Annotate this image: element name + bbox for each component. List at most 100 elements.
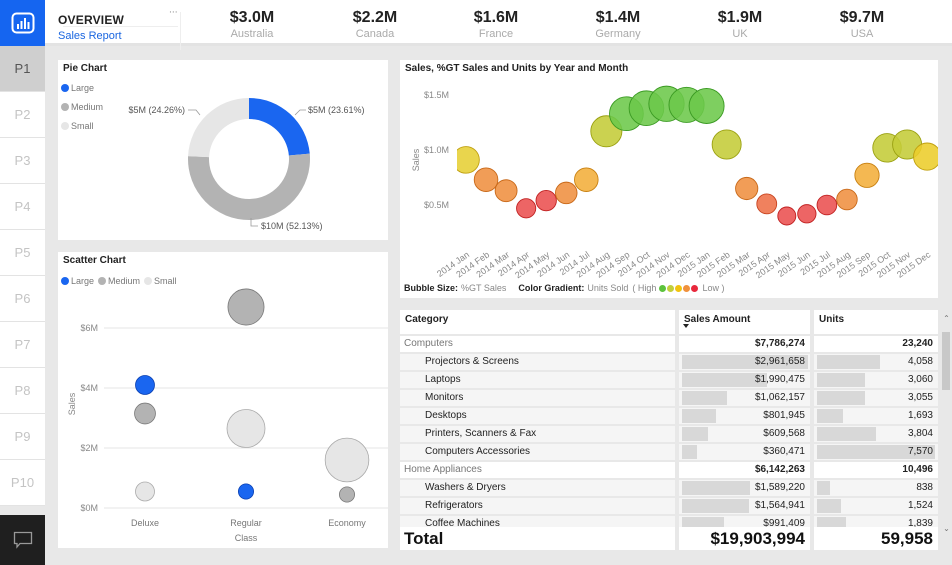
leader-line-small [188,109,201,116]
bubble-point[interactable] [777,206,797,226]
kpi-card-usa[interactable]: $9.7M USA [807,8,917,40]
page-tab-p4[interactable]: P4 [0,184,45,230]
table-row[interactable]: Printers, Scanners & Fax $609,568 3,804 [398,426,938,442]
gradient-dot [683,284,691,292]
data-bar-sales [682,391,727,405]
title-card[interactable]: OVERVIEW ··· Sales Report [53,4,181,50]
bubble-chart-panel[interactable]: Sales, %GT Sales and Units by Year and M… [400,60,938,298]
cell-units: 1,693 [814,408,938,424]
cell-category: Home Appliances [400,462,675,478]
cell-sales: $6,142,263 [679,462,810,478]
page-tab-p7[interactable]: P7 [0,322,45,368]
cell-sales: $991,409 [679,516,810,527]
cell-sales: $801,945 [679,408,810,424]
y-tick-label: $1.0M [424,145,449,155]
pie-slice-small[interactable] [188,98,249,158]
bubble-point[interactable] [473,167,499,192]
gradient-dot [691,284,699,292]
gradient-high-label: ( High [632,283,657,293]
app-logo[interactable] [0,0,45,46]
scatter-point-small[interactable] [135,481,155,502]
pie-slice-large[interactable] [249,98,310,156]
scatter-point-small[interactable] [226,409,266,448]
table-row[interactable]: Coffee Machines $991,409 1,839 [398,516,938,527]
scatter-point-small[interactable] [324,437,370,483]
y-tick-label: $6M [80,323,98,333]
bubble-point[interactable] [854,162,880,188]
pie-chart-panel[interactable]: Pie Chart Large Medium Small $5M (24.26%… [58,60,388,240]
cell-value: 23,240 [902,338,933,349]
kpi-card-uk[interactable]: $1.9M UK [685,8,795,40]
bubble-size-value: %GT Sales [461,283,507,293]
bubble-point[interactable] [735,176,759,201]
bubble-point[interactable] [816,194,838,216]
table-scrollbar[interactable]: ⌃ ⌄ [941,310,952,550]
scatter-point-medium[interactable] [134,402,156,425]
bubble-point[interactable] [494,179,518,203]
table-row[interactable]: Desktops $801,945 1,693 [398,408,938,424]
kpi-label: France [478,28,514,40]
cell-category: Refrigerators [400,498,675,514]
more-options-icon[interactable]: ··· [169,8,178,18]
cell-units: 7,570 [814,444,938,460]
bubble-chart: $0.5M$1.0M$1.5M 2014 Jan2014 Feb2014 Mar… [411,85,938,280]
table-row[interactable]: Projectors & Screens $2,961,658 4,058 [398,354,938,370]
comment-button[interactable] [0,515,45,565]
bubble-point[interactable] [555,181,578,205]
bubble-point[interactable] [797,204,817,224]
page-tab-p10[interactable]: P10 [0,460,45,506]
cell-value: 838 [916,482,933,493]
page-tab-p1[interactable]: P1 [0,46,45,92]
page-tab-p6[interactable]: P6 [0,276,45,322]
page-tab-p3[interactable]: P3 [0,138,45,184]
bubble-point[interactable] [516,198,537,219]
cell-value: $609,568 [763,428,805,439]
scatter-point-large[interactable] [135,375,155,395]
cell-sales: $1,990,475 [679,372,810,388]
total-label: Total [400,527,675,550]
scatter-point-large[interactable] [237,483,254,500]
scroll-down-icon[interactable]: ⌄ [941,524,952,533]
table-row[interactable]: Refrigerators $1,564,941 1,524 [398,498,938,514]
table-group-row[interactable]: Home Appliances $6,142,263 10,496 [398,462,938,478]
data-bar-units [817,481,830,495]
kpi-card-france[interactable]: $1.6M France [441,8,551,40]
cell-value: $991,409 [763,518,805,527]
page-tab-p9[interactable]: P9 [0,414,45,460]
table-group-row[interactable]: Computers $7,786,274 23,240 [398,336,938,352]
kpi-value: $9.7M [839,9,885,26]
bubble-point[interactable] [574,167,599,192]
scatter-chart-panel[interactable]: Scatter Chart Large Medium Small $0M $2M $… [58,252,388,548]
bubble-point[interactable] [453,146,480,174]
scatter-point-medium[interactable] [227,288,265,326]
kpi-value: $1.6M [473,9,519,26]
bubble-point[interactable] [535,189,557,212]
scrollbar-thumb[interactable] [942,332,950,390]
cell-value: 3,804 [907,428,933,439]
cell-value: 3,060 [907,374,933,385]
bubble-point[interactable] [913,142,938,171]
cell-category: Laptops [400,372,675,388]
page-tab-p5[interactable]: P5 [0,230,45,276]
kpi-card-canada[interactable]: $2.2M Canada [320,8,430,40]
y-tick-label: $0.5M [424,200,449,210]
table-row[interactable]: Computers Accessories $360,471 7,570 [398,444,938,460]
x-tick-label: Economy [328,518,366,528]
page-tab-p2[interactable]: P2 [0,92,45,138]
bubble-point[interactable] [756,193,778,215]
bubble-point[interactable] [711,129,742,160]
bubble-point[interactable] [836,188,858,211]
report-canvas: P1 P2 P3 P4 P5 P6 P7 P8 P9 P10 OVERVIEW … [0,0,952,565]
table-row[interactable]: Laptops $1,990,475 3,060 [398,372,938,388]
data-bar-sales [682,409,716,423]
table-row[interactable]: Monitors $1,062,157 3,055 [398,390,938,406]
scroll-up-icon[interactable]: ⌃ [941,314,952,323]
table-row[interactable]: Washers & Dryers $1,589,220 838 [398,480,938,496]
bubble-point[interactable] [688,88,725,124]
pie-slice-medium[interactable] [188,153,310,220]
scatter-point-medium[interactable] [338,486,355,503]
data-bar-sales [682,481,750,495]
kpi-card-germany[interactable]: $1.4M Germany [563,8,673,40]
kpi-card-australia[interactable]: $3.0M Australia [197,8,307,40]
page-tab-p8[interactable]: P8 [0,368,45,414]
